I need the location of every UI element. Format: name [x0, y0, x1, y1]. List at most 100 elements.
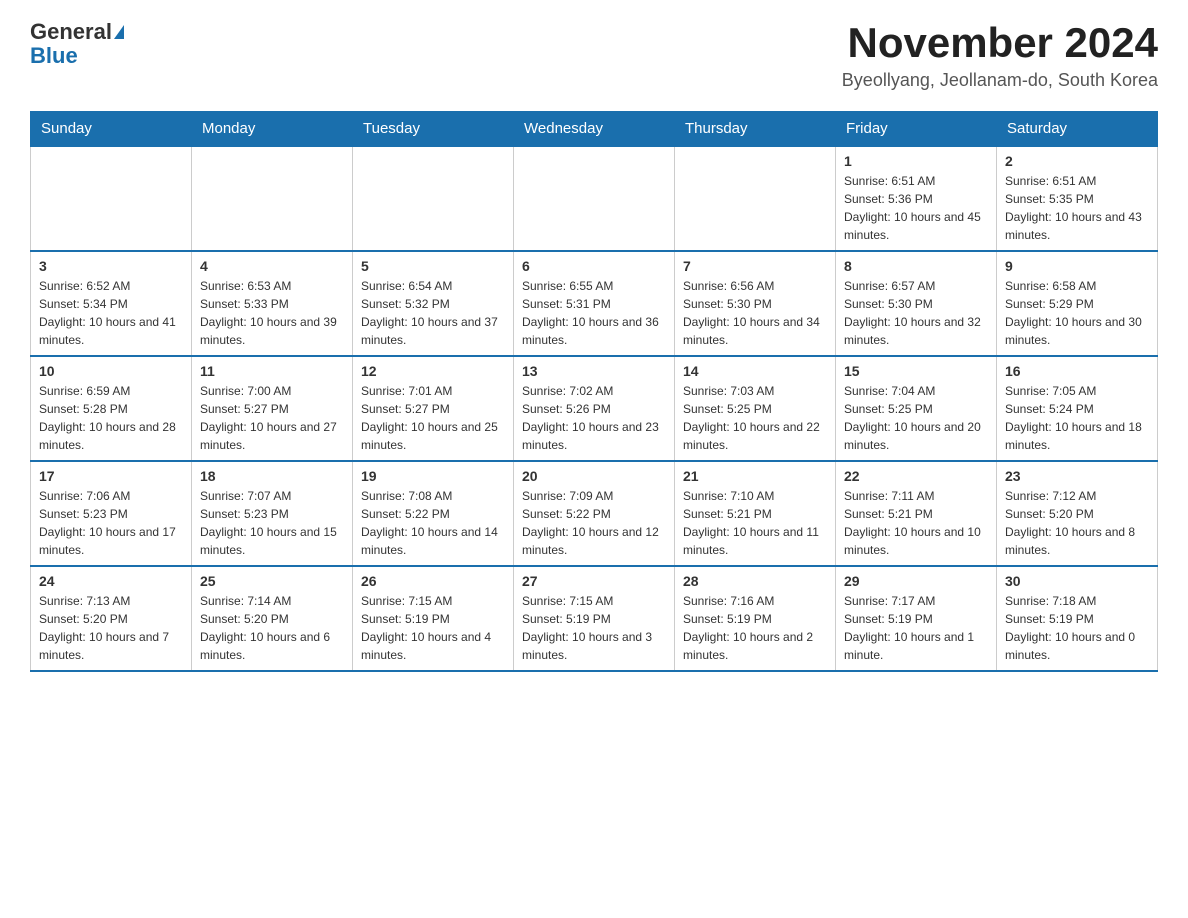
- calendar-week-row: 3Sunrise: 6:52 AM Sunset: 5:34 PM Daylig…: [31, 251, 1158, 356]
- logo-general-text: General: [30, 20, 112, 44]
- calendar-cell: 1 Sunrise: 6:51 AM Sunset: 5:36 PM Daylig…: [836, 146, 997, 251]
- day-number: 21: [683, 468, 827, 484]
- calendar-cell: 9 Sunrise: 6:58 AM Sunset: 5:29 PM Daylig…: [997, 251, 1158, 356]
- day-number: 1: [844, 153, 988, 169]
- day-info: Sunrise: 7:15 AM Sunset: 5:19 PM Dayligh…: [361, 592, 505, 664]
- calendar-cell: 30 Sunrise: 7:18 AM Sunset: 5:19 PM Dayli…: [997, 566, 1158, 671]
- calendar-cell: 11 Sunrise: 7:00 AM Sunset: 5:27 PM Dayli…: [192, 356, 353, 461]
- day-number: 8: [844, 258, 988, 274]
- calendar-cell: 14 Sunrise: 7:03 AM Sunset: 5:25 PM Dayli…: [675, 356, 836, 461]
- day-info: Sunrise: 7:16 AM Sunset: 5:19 PM Dayligh…: [683, 592, 827, 664]
- day-number: 2: [1005, 153, 1149, 169]
- month-title: November 2024: [842, 20, 1158, 66]
- calendar-cell: 6 Sunrise: 6:55 AM Sunset: 5:31 PM Daylig…: [514, 251, 675, 356]
- calendar-cell: 10 Sunrise: 6:59 AM Sunset: 5:28 PM Dayli…: [31, 356, 192, 461]
- day-info: Sunrise: 6:53 AM Sunset: 5:33 PM Dayligh…: [200, 277, 344, 349]
- col-header-tuesday: Tuesday: [353, 112, 514, 147]
- logo: General Blue: [30, 20, 124, 68]
- day-info: Sunrise: 7:13 AM Sunset: 5:20 PM Dayligh…: [39, 592, 183, 664]
- calendar-cell: 18 Sunrise: 7:07 AM Sunset: 5:23 PM Dayli…: [192, 461, 353, 566]
- day-info: Sunrise: 6:56 AM Sunset: 5:30 PM Dayligh…: [683, 277, 827, 349]
- day-info: Sunrise: 6:51 AM Sunset: 5:35 PM Dayligh…: [1005, 172, 1149, 244]
- calendar-table: SundayMondayTuesdayWednesdayThursdayFrid…: [30, 111, 1158, 672]
- calendar-cell: [353, 146, 514, 251]
- day-number: 26: [361, 573, 505, 589]
- day-number: 27: [522, 573, 666, 589]
- day-number: 25: [200, 573, 344, 589]
- calendar-cell: 25 Sunrise: 7:14 AM Sunset: 5:20 PM Dayli…: [192, 566, 353, 671]
- day-number: 19: [361, 468, 505, 484]
- day-number: 7: [683, 258, 827, 274]
- day-info: Sunrise: 6:59 AM Sunset: 5:28 PM Dayligh…: [39, 382, 183, 454]
- day-info: Sunrise: 7:02 AM Sunset: 5:26 PM Dayligh…: [522, 382, 666, 454]
- calendar-cell: 15Sunrise: 7:04 AM Sunset: 5:25 PM Dayli…: [836, 356, 997, 461]
- calendar-week-row: 1 Sunrise: 6:51 AM Sunset: 5:36 PM Daylig…: [31, 146, 1158, 251]
- day-number: 23: [1005, 468, 1149, 484]
- calendar-cell: 19 Sunrise: 7:08 AM Sunset: 5:22 PM Dayli…: [353, 461, 514, 566]
- day-info: Sunrise: 7:11 AM Sunset: 5:21 PM Dayligh…: [844, 487, 988, 559]
- col-header-friday: Friday: [836, 112, 997, 147]
- calendar-week-row: 17 Sunrise: 7:06 AM Sunset: 5:23 PM Dayli…: [31, 461, 1158, 566]
- day-number: 17: [39, 468, 183, 484]
- calendar-cell: 29Sunrise: 7:17 AM Sunset: 5:19 PM Dayli…: [836, 566, 997, 671]
- day-number: 22: [844, 468, 988, 484]
- page-header: General Blue November 2024 Byeollyang, J…: [30, 20, 1158, 91]
- calendar-cell: [192, 146, 353, 251]
- calendar-cell: [675, 146, 836, 251]
- day-info: Sunrise: 7:04 AM Sunset: 5:25 PM Dayligh…: [844, 382, 988, 454]
- calendar-cell: 2 Sunrise: 6:51 AM Sunset: 5:35 PM Daylig…: [997, 146, 1158, 251]
- day-number: 20: [522, 468, 666, 484]
- day-number: 13: [522, 363, 666, 379]
- logo-arrow-icon: [114, 25, 124, 39]
- col-header-sunday: Sunday: [31, 112, 192, 147]
- calendar-cell: 23Sunrise: 7:12 AM Sunset: 5:20 PM Dayli…: [997, 461, 1158, 566]
- day-number: 5: [361, 258, 505, 274]
- calendar-header-row: SundayMondayTuesdayWednesdayThursdayFrid…: [31, 112, 1158, 147]
- title-section: November 2024 Byeollyang, Jeollanam-do, …: [842, 20, 1158, 91]
- calendar-cell: 24 Sunrise: 7:13 AM Sunset: 5:20 PM Dayli…: [31, 566, 192, 671]
- col-header-wednesday: Wednesday: [514, 112, 675, 147]
- day-number: 4: [200, 258, 344, 274]
- day-info: Sunrise: 7:09 AM Sunset: 5:22 PM Dayligh…: [522, 487, 666, 559]
- day-number: 11: [200, 363, 344, 379]
- calendar-cell: 27 Sunrise: 7:15 AM Sunset: 5:19 PM Dayli…: [514, 566, 675, 671]
- day-number: 14: [683, 363, 827, 379]
- day-info: Sunrise: 6:51 AM Sunset: 5:36 PM Dayligh…: [844, 172, 988, 244]
- day-number: 30: [1005, 573, 1149, 589]
- day-info: Sunrise: 6:55 AM Sunset: 5:31 PM Dayligh…: [522, 277, 666, 349]
- day-info: Sunrise: 7:07 AM Sunset: 5:23 PM Dayligh…: [200, 487, 344, 559]
- calendar-cell: 17 Sunrise: 7:06 AM Sunset: 5:23 PM Dayli…: [31, 461, 192, 566]
- col-header-saturday: Saturday: [997, 112, 1158, 147]
- col-header-thursday: Thursday: [675, 112, 836, 147]
- day-info: Sunrise: 7:18 AM Sunset: 5:19 PM Dayligh…: [1005, 592, 1149, 664]
- day-info: Sunrise: 7:14 AM Sunset: 5:20 PM Dayligh…: [200, 592, 344, 664]
- day-info: Sunrise: 7:08 AM Sunset: 5:22 PM Dayligh…: [361, 487, 505, 559]
- day-info: Sunrise: 6:57 AM Sunset: 5:30 PM Dayligh…: [844, 277, 988, 349]
- calendar-cell: [514, 146, 675, 251]
- day-number: 10: [39, 363, 183, 379]
- day-info: Sunrise: 6:54 AM Sunset: 5:32 PM Dayligh…: [361, 277, 505, 349]
- calendar-cell: 26 Sunrise: 7:15 AM Sunset: 5:19 PM Dayli…: [353, 566, 514, 671]
- logo-blue-text: Blue: [30, 44, 78, 68]
- day-info: Sunrise: 7:05 AM Sunset: 5:24 PM Dayligh…: [1005, 382, 1149, 454]
- day-info: Sunrise: 7:17 AM Sunset: 5:19 PM Dayligh…: [844, 592, 988, 664]
- day-info: Sunrise: 7:15 AM Sunset: 5:19 PM Dayligh…: [522, 592, 666, 664]
- day-number: 12: [361, 363, 505, 379]
- day-info: Sunrise: 7:00 AM Sunset: 5:27 PM Dayligh…: [200, 382, 344, 454]
- day-info: Sunrise: 7:03 AM Sunset: 5:25 PM Dayligh…: [683, 382, 827, 454]
- day-number: 18: [200, 468, 344, 484]
- calendar-cell: 16 Sunrise: 7:05 AM Sunset: 5:24 PM Dayli…: [997, 356, 1158, 461]
- calendar-cell: 5 Sunrise: 6:54 AM Sunset: 5:32 PM Daylig…: [353, 251, 514, 356]
- day-number: 28: [683, 573, 827, 589]
- day-info: Sunrise: 7:06 AM Sunset: 5:23 PM Dayligh…: [39, 487, 183, 559]
- day-info: Sunrise: 7:10 AM Sunset: 5:21 PM Dayligh…: [683, 487, 827, 559]
- calendar-cell: 4 Sunrise: 6:53 AM Sunset: 5:33 PM Daylig…: [192, 251, 353, 356]
- day-number: 16: [1005, 363, 1149, 379]
- location-text: Byeollyang, Jeollanam-do, South Korea: [842, 70, 1158, 91]
- day-number: 9: [1005, 258, 1149, 274]
- col-header-monday: Monday: [192, 112, 353, 147]
- day-number: 6: [522, 258, 666, 274]
- day-info: Sunrise: 6:58 AM Sunset: 5:29 PM Dayligh…: [1005, 277, 1149, 349]
- day-info: Sunrise: 7:01 AM Sunset: 5:27 PM Dayligh…: [361, 382, 505, 454]
- day-number: 24: [39, 573, 183, 589]
